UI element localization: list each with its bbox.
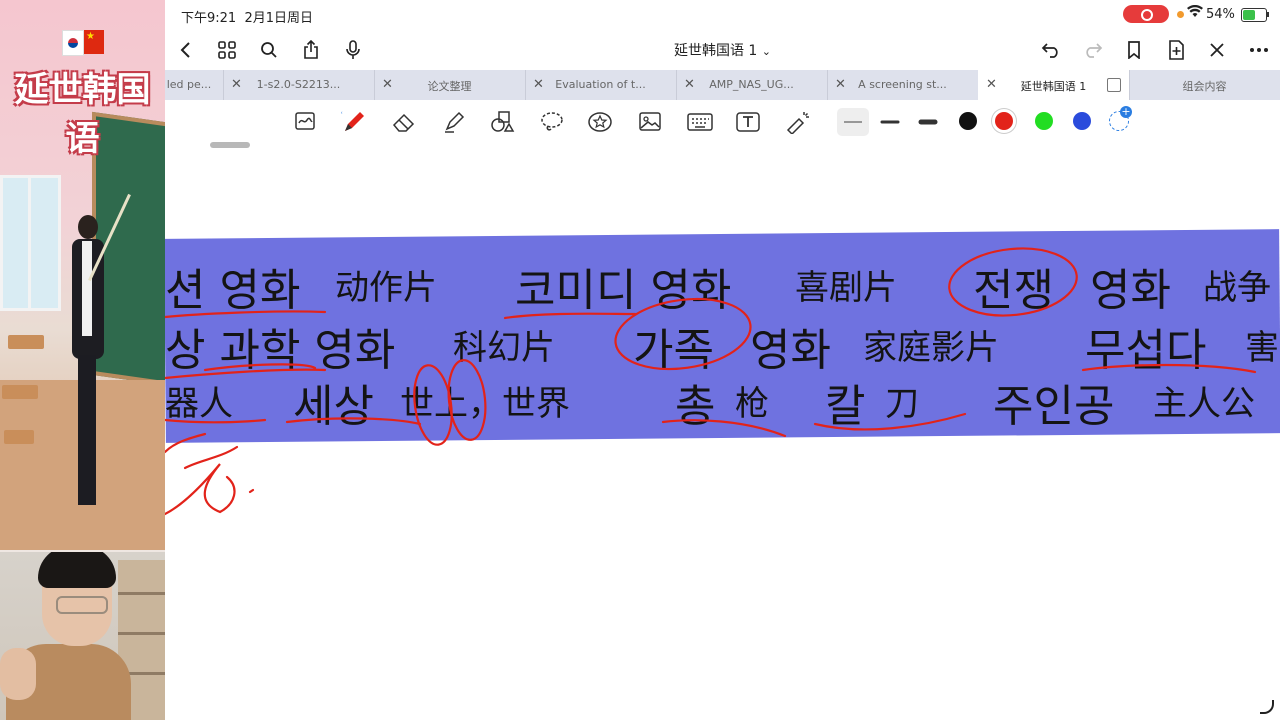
desk [8,335,44,349]
tab-active[interactable]: ✕ 延世韩国语 1 [978,70,1130,100]
close-icon[interactable] [1205,38,1229,62]
tab[interactable]: ✕ AMP_NAS_UG... [676,70,828,100]
more-icon[interactable] [1247,38,1271,62]
flags [62,30,106,56]
highlighter-icon[interactable] [441,110,467,134]
color-black-swatch[interactable] [959,112,977,130]
china-flag-icon [84,30,104,54]
color-blue-swatch[interactable] [1073,112,1091,130]
sticker-icon[interactable] [587,110,613,134]
bookmark-icon[interactable] [1122,38,1146,62]
shapes-icon[interactable] [489,110,515,134]
main-toolbar: 延世韩国语 1 ⌄ [165,30,1280,70]
page-corner-handle[interactable] [1260,700,1274,714]
desk [4,430,34,444]
classroom-window [0,175,61,311]
status-bar: 下午9:21 2月1日周日 54% [165,0,1280,30]
share-icon[interactable] [299,38,323,62]
screen-recording-icon[interactable] [1123,5,1169,23]
image-icon[interactable] [637,110,663,134]
stroke-medium-icon[interactable] [877,110,903,134]
split-view-icon[interactable] [1107,78,1121,92]
lasso-icon[interactable] [539,110,565,134]
status-time: 下午9:21 2月1日周日 [181,11,314,26]
tab[interactable]: ✕ Evaluation of t... [525,70,677,100]
tab[interactable]: 组会内容 [1129,70,1280,100]
battery-icon [1241,8,1267,22]
laser-pointer-icon[interactable] [785,110,811,134]
korea-flag-icon [62,30,84,56]
handwriting-to-text-icon[interactable] [293,110,319,134]
search-icon[interactable] [257,38,281,62]
stream-overlay: 延世韩国语 [0,0,165,720]
webcam-feed [0,552,165,720]
brand-title: 延世韩国语 [14,70,151,159]
keyboard-icon[interactable] [687,110,713,134]
add-color-icon[interactable]: + [1109,106,1132,131]
battery-percent: 54% [1206,7,1235,22]
stroke-thin-icon[interactable] [837,108,869,136]
tab[interactable]: ✕ A screening st... [827,70,979,100]
wifi-icon [1187,4,1203,23]
microphone-icon[interactable] [341,38,365,62]
svg-text:*: * [341,110,343,118]
stroke-thick-icon[interactable] [915,110,941,134]
tab[interactable]: led pe... [155,70,224,100]
eraser-icon[interactable] [391,110,417,134]
redo-icon[interactable] [1081,38,1105,62]
classroom-video: 延世韩国语 [0,0,165,550]
text-box-icon[interactable] [735,110,761,134]
note-canvas[interactable]: 션 영화 动作片 코미디 영화 喜剧片 전쟁 영화 战争 상 과학 영화 科幻片… [165,142,1280,720]
grid-view-icon[interactable] [215,38,239,62]
document-title[interactable]: 延世韩国语 1 ⌄ [165,40,1280,60]
teacher-figure [70,215,110,505]
color-green-swatch[interactable] [1035,112,1053,130]
color-red-swatch[interactable] [995,112,1013,130]
desk [2,385,38,399]
undo-icon[interactable] [1039,38,1063,62]
add-page-icon[interactable] [1164,38,1188,62]
mic-in-use-icon [1177,11,1184,18]
tab[interactable]: ✕ 论文整理 [374,70,526,100]
back-icon[interactable] [173,38,197,62]
pen-icon[interactable]: * [341,110,367,134]
tab[interactable]: ✕ 1-s2.0-S2213... [223,70,375,100]
tab-bar: led pe... ✕ 1-s2.0-S2213... ✕ 论文整理 ✕ Eva… [165,70,1280,100]
